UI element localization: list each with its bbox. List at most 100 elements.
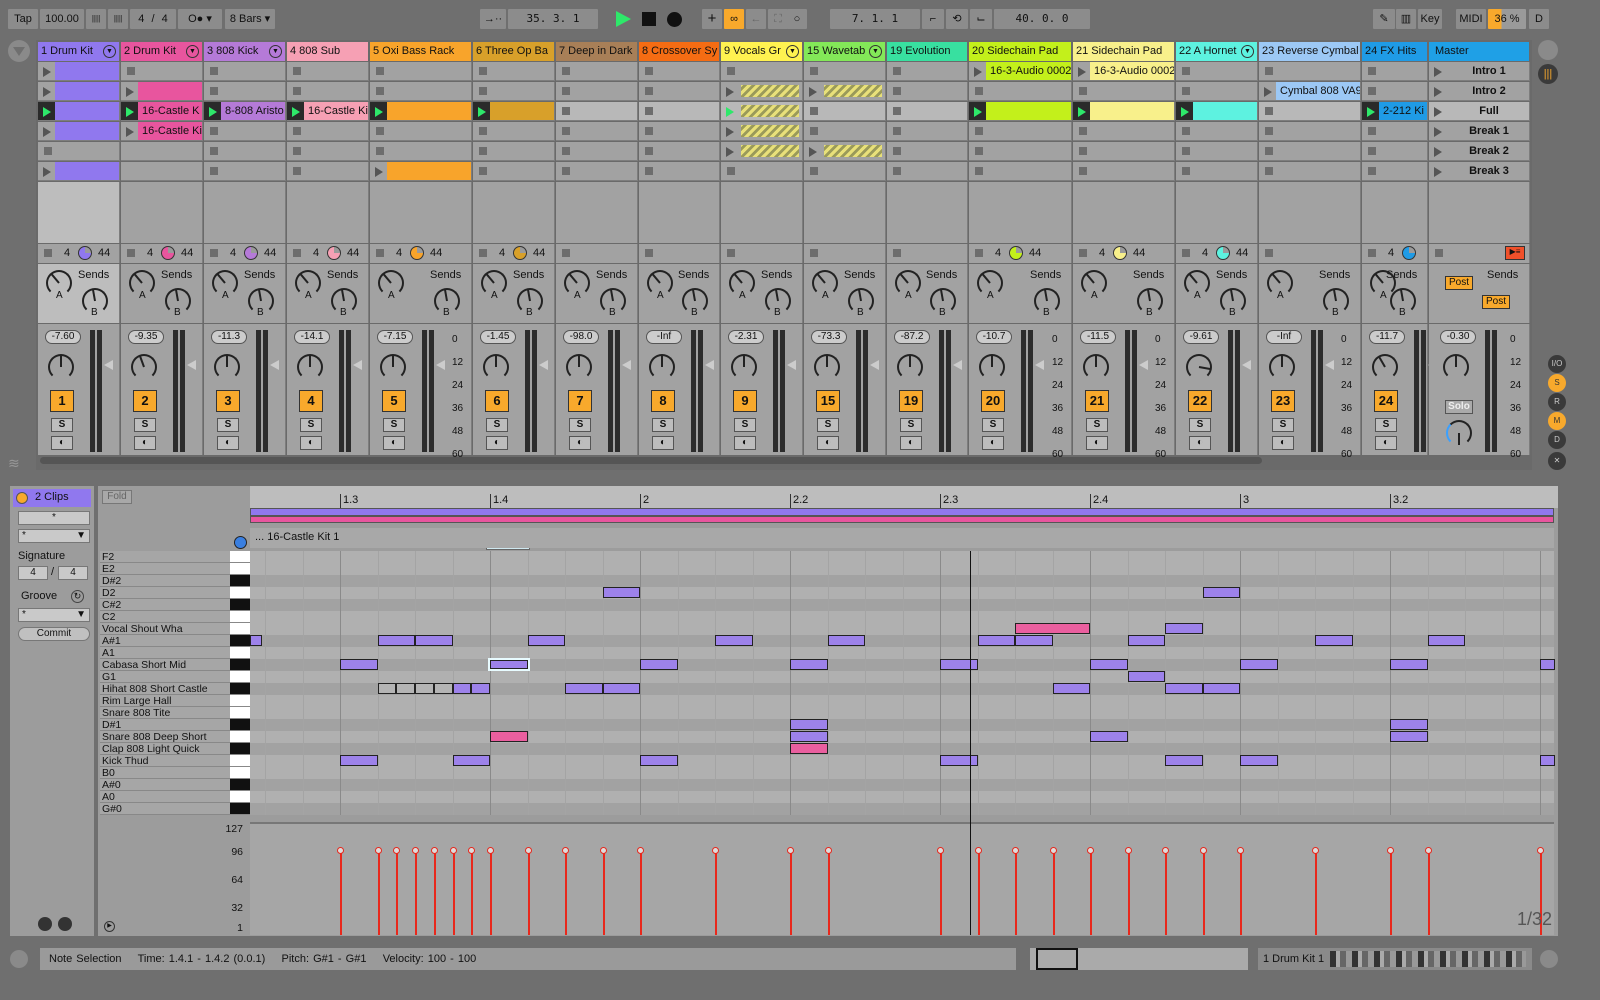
back-to-arrangement-button[interactable]: ←: [746, 9, 766, 29]
track-header[interactable]: 22 A Hornet ▼: [1176, 42, 1258, 61]
clip-launch-button[interactable]: [121, 122, 138, 140]
solo-button[interactable]: S: [569, 418, 591, 432]
velocity-stem[interactable]: [977, 850, 980, 935]
scene-slot[interactable]: Break 2: [1429, 142, 1530, 161]
track-header[interactable]: 2 Drum Kit ▼: [121, 42, 203, 61]
clip[interactable]: [55, 122, 119, 140]
velocity-stem[interactable]: [1090, 850, 1092, 935]
volume-fader-handle[interactable]: [1035, 360, 1044, 370]
volume-field[interactable]: -73.3: [811, 330, 847, 344]
track-header[interactable]: 24 FX Hits: [1362, 42, 1428, 61]
track-activator-button[interactable]: 20: [981, 390, 1005, 412]
track-header[interactable]: 6 Three Op Ba: [473, 42, 555, 61]
clip-slot[interactable]: [887, 102, 968, 121]
velocity-handle[interactable]: [974, 847, 982, 855]
stop-button-icon[interactable]: [645, 147, 653, 155]
clip[interactable]: [741, 85, 799, 97]
clip-slot[interactable]: 8-808 Aristo: [204, 102, 286, 121]
velocity-stem[interactable]: [602, 850, 605, 935]
clip[interactable]: [138, 82, 202, 100]
clip-launch-button[interactable]: [121, 82, 138, 100]
clip-slot[interactable]: [370, 82, 472, 101]
midi-note[interactable]: [715, 635, 753, 646]
track-header[interactable]: 1 Drum Kit ▼: [38, 42, 120, 61]
track-header[interactable]: 21 Sidechain Pad: [1073, 42, 1175, 61]
clip-slot[interactable]: [1259, 62, 1361, 81]
follow-button[interactable]: →··: [480, 9, 506, 29]
midi-note[interactable]: [1240, 659, 1278, 670]
clip-stop-button[interactable]: [1265, 249, 1273, 257]
white-key[interactable]: [230, 647, 250, 659]
clip-slot[interactable]: [639, 122, 720, 141]
velocity-handle[interactable]: [449, 847, 457, 855]
clip[interactable]: 16-Castle K: [138, 102, 202, 120]
clip-stop-button[interactable]: [645, 249, 653, 257]
clip-slot[interactable]: [38, 122, 120, 141]
master-pan-knob[interactable]: [1443, 354, 1469, 380]
white-key[interactable]: [230, 791, 250, 803]
stop-button-icon[interactable]: [1265, 107, 1273, 115]
clip-stop-button[interactable]: [810, 249, 818, 257]
clip-launch-button[interactable]: [1176, 102, 1193, 120]
volume-fader-handle[interactable]: [1139, 360, 1148, 370]
clip-launch-button[interactable]: [804, 82, 821, 100]
stop-button-icon[interactable]: [210, 147, 218, 155]
clip-slot[interactable]: [969, 162, 1072, 181]
track-activator-button[interactable]: 6: [485, 390, 509, 412]
stop-button-icon[interactable]: [975, 87, 983, 95]
stop-button-icon[interactable]: [1182, 147, 1190, 155]
clip-stop-button[interactable]: [1368, 249, 1376, 257]
detail-view-toggle[interactable]: [1540, 950, 1558, 968]
volume-field[interactable]: -2.31: [728, 330, 764, 344]
close-mixer-icon[interactable]: ✕: [1548, 452, 1566, 470]
clip-slot[interactable]: [121, 62, 203, 81]
cue-volume-knob[interactable]: [1446, 420, 1472, 446]
midi-note[interactable]: [1165, 623, 1203, 634]
clip[interactable]: [55, 162, 119, 180]
stop-button-icon[interactable]: [1079, 87, 1087, 95]
clip-slot[interactable]: 2-212 Ki: [1362, 102, 1428, 121]
track-header[interactable]: 7 Deep in Dark: [556, 42, 638, 61]
clip-slot[interactable]: [287, 82, 369, 101]
clip-slot[interactable]: [287, 142, 369, 161]
clip-slot[interactable]: [639, 62, 720, 81]
black-key[interactable]: [230, 743, 250, 755]
clip-slot[interactable]: Cymbal 808 VA9: [1259, 82, 1361, 101]
clip-slot[interactable]: [556, 122, 638, 141]
volume-field[interactable]: -14.1: [294, 330, 330, 344]
track-header[interactable]: 19 Evolution: [887, 42, 968, 61]
pan-knob[interactable]: [979, 354, 1005, 380]
fold-chevron-icon[interactable]: ▼: [1241, 45, 1254, 58]
clip-stop-button[interactable]: [479, 249, 487, 257]
volume-field[interactable]: -9.35: [128, 330, 164, 344]
solo-button[interactable]: S: [51, 418, 73, 432]
stop-button-icon[interactable]: [645, 167, 653, 175]
scene-slot[interactable]: Break 1: [1429, 122, 1530, 141]
velocity-stem[interactable]: [452, 850, 455, 935]
stop-button-icon[interactable]: [376, 67, 384, 75]
overdub-button[interactable]: +: [702, 9, 722, 29]
clip-launch-button[interactable]: [804, 142, 821, 160]
clip-slot[interactable]: [639, 102, 720, 121]
clip-slot[interactable]: 16-Castle K: [121, 102, 203, 121]
midi-note[interactable]: [1202, 587, 1240, 598]
midi-note[interactable]: [790, 659, 828, 670]
stop-button-icon[interactable]: [1079, 167, 1087, 175]
midi-note[interactable]: [433, 683, 453, 694]
track-activator-button[interactable]: 1: [50, 390, 74, 412]
clip-slot[interactable]: [1176, 62, 1258, 81]
browser-toggle-button[interactable]: [8, 40, 30, 62]
velocity-stem[interactable]: [827, 850, 830, 935]
clip[interactable]: 8-808 Aristo: [221, 102, 285, 120]
white-key[interactable]: [230, 731, 250, 743]
midi-note[interactable]: [1090, 659, 1128, 670]
clip-slot[interactable]: [121, 142, 203, 161]
record-button[interactable]: [667, 12, 682, 27]
velocity-stem[interactable]: [565, 850, 567, 935]
stop-button-icon[interactable]: [293, 167, 301, 175]
clip-launch-button[interactable]: [1259, 82, 1276, 100]
clip-name-field[interactable]: *: [18, 511, 90, 525]
track-header[interactable]: 5 Oxi Bass Rack: [370, 42, 472, 61]
clip[interactable]: [824, 85, 882, 97]
clip-slot[interactable]: [804, 142, 886, 161]
